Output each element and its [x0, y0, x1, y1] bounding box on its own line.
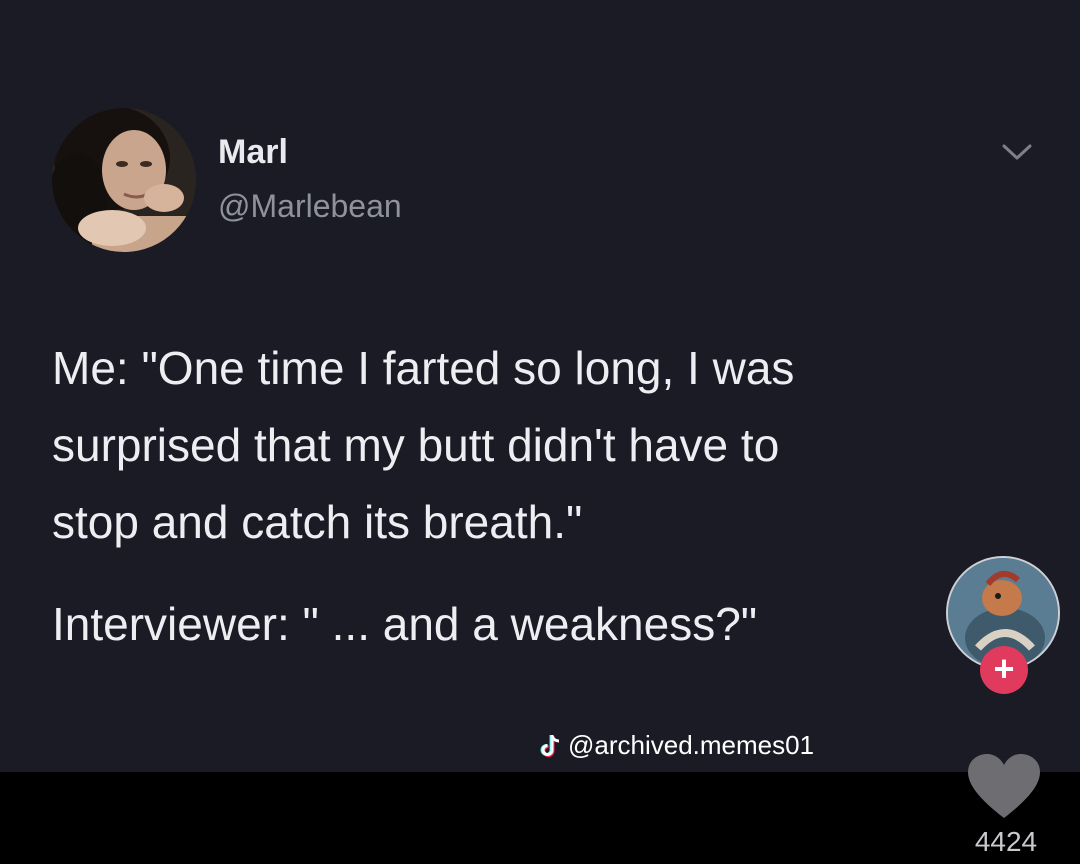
- tweet-text-line: stop and catch its breath.": [52, 496, 583, 548]
- author-handle[interactable]: @Marlebean: [218, 188, 402, 225]
- author-display-name[interactable]: Marl: [218, 133, 288, 172]
- follow-button[interactable]: +: [980, 646, 1028, 694]
- author-avatar[interactable]: [52, 108, 196, 252]
- avatar-photo-icon: [52, 108, 196, 252]
- watermark-handle: @archived.memes01: [568, 730, 815, 760]
- like-count: 4424: [974, 826, 1038, 857]
- heart-icon[interactable]: [966, 752, 1042, 820]
- tweet-text-line: surprised that my butt didn't have to: [52, 419, 780, 471]
- watermark: @archived.memes01: [540, 730, 814, 761]
- tweet-text-line: Me: "One time I farted so long, I was: [52, 342, 795, 394]
- tweet-interviewer-line: Interviewer: " ... and a weakness?": [52, 598, 758, 650]
- tweet-card: Marl @Marlebean Me: "One time I farted s…: [0, 0, 1080, 772]
- chevron-down-icon[interactable]: [1000, 140, 1034, 164]
- tweet-body: Me: "One time I farted so long, I was su…: [52, 330, 1002, 561]
- tiktok-logo-icon: [540, 734, 560, 757]
- screen: Marl @Marlebean Me: "One time I farted s…: [0, 0, 1080, 864]
